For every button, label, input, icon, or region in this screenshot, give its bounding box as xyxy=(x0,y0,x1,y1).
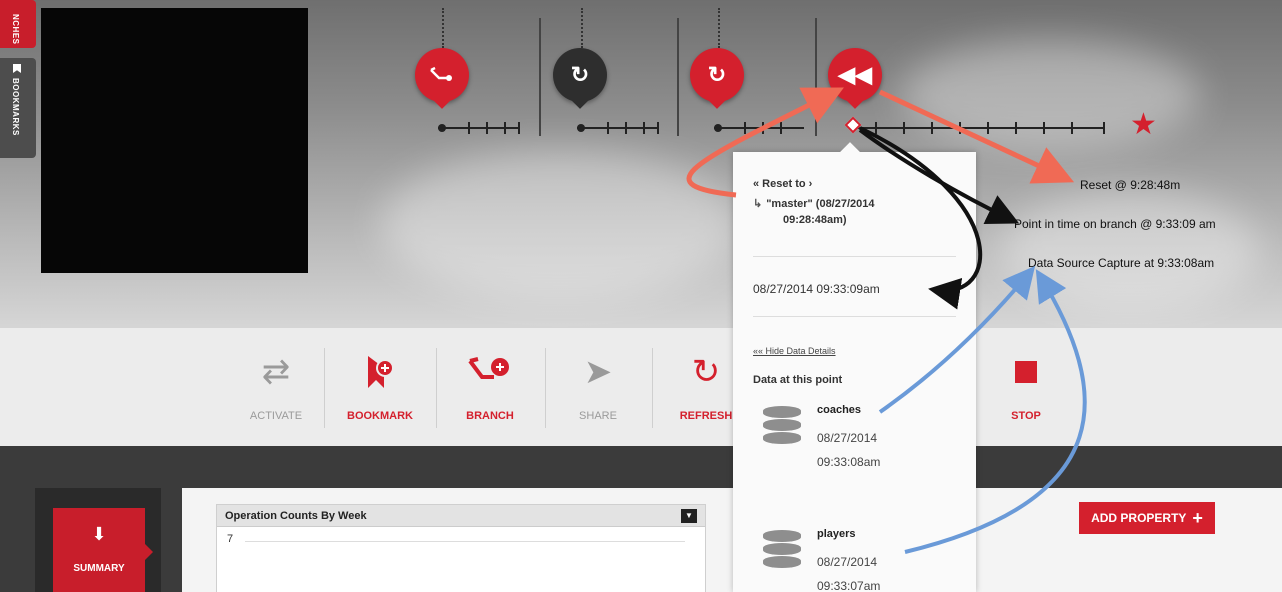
app-stage: NCHES BOOKMARKS ↻ ↻ ◀◀ ★ ⇄ ACTIVATE BOOK… xyxy=(0,0,1282,592)
annotation-arrow-black xyxy=(859,126,983,310)
annotation-arrow-red xyxy=(878,89,1075,184)
annotation-arrows xyxy=(686,87,1087,554)
annotation-arrow-blue xyxy=(904,269,1087,554)
annotation-arrow-blue xyxy=(878,265,1036,414)
annotation-arrow-red xyxy=(686,87,844,198)
